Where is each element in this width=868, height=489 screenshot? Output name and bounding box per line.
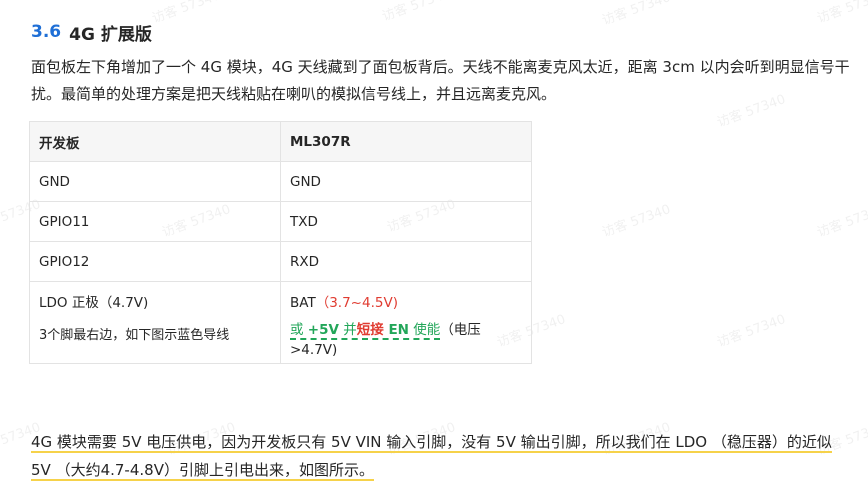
bottom-paragraph: 4G 模块需要 5V 电压供电，因为开发板只有 5V VIN 输入引脚，没有 5… (31, 428, 846, 484)
bat-voltage-range: （3.7~4.5V) (315, 295, 398, 311)
table-header-cell: ML307R (280, 121, 532, 162)
watermark: 访客 57340 (600, 0, 673, 29)
table-row: GPIO11 TXD (29, 201, 532, 242)
table-row: LDO 正极（4.7V) 3个脚最右边，如下图示蓝色导线 BAT（3.7~4.5… (29, 281, 532, 364)
table-header-cell: 开发板 (29, 121, 281, 162)
table-header-row: 开发板 ML307R (29, 121, 532, 162)
short-text: 短接 (356, 322, 384, 338)
five-volt-text: +5V (307, 322, 339, 338)
bat-label: BAT (290, 295, 316, 311)
pin-mapping-table: 开发板 ML307R GND GND GPIO11 TXD GPIO12 RXD… (29, 121, 532, 364)
highlighted-text: 4G 模块需要 5V 电压供电，因为开发板只有 5V VIN 输入引脚，没有 5… (31, 433, 832, 481)
ldo-label: LDO 正极（4.7V) (39, 295, 149, 311)
watermark: 访客 57340 (150, 0, 223, 27)
enable-text: 使能 (408, 322, 441, 338)
section-heading: 3.6 4G 扩展版 (31, 20, 152, 45)
table-cell: GPIO11 (29, 201, 281, 242)
table-cell: GND (280, 161, 532, 202)
table-cell: GPIO12 (29, 241, 281, 282)
table-cell: RXD (280, 241, 532, 282)
watermark: 访客 57340 (815, 0, 868, 27)
alt-power-line: 或 +5V 并短接 EN 使能（电压 >4.7V) (290, 320, 522, 360)
and-text: 并 (338, 322, 357, 338)
table-cell: TXD (280, 201, 532, 242)
bat-line: BAT（3.7~4.5V) (290, 291, 522, 311)
table-cell: GND (29, 161, 281, 202)
intro-paragraph: 面包板左下角增加了一个 4G 模块，4G 天线藏到了面包板背后。天线不能离麦克风… (31, 58, 850, 103)
watermark: 访客 57340 (380, 0, 453, 25)
table-cell: BAT（3.7~4.5V) 或 +5V 并短接 EN 使能（电压 >4.7V) (280, 281, 532, 364)
watermark: 访客 57340 (715, 312, 788, 351)
en-text: EN (383, 322, 409, 338)
table-row: GPIO12 RXD (29, 241, 532, 282)
section-number: 3.6 (31, 22, 62, 42)
table-cell: LDO 正极（4.7V) 3个脚最右边，如下图示蓝色导线 (29, 281, 281, 364)
alt-power-highlight: 或 +5V 并短接 EN 使能 (290, 322, 441, 340)
wiring-note: 3个脚最右边，如下图示蓝色导线 (39, 328, 230, 343)
section-title: 4G 扩展版 (69, 24, 152, 45)
watermark: 访客 57340 (815, 202, 868, 241)
table-row: GND GND (29, 161, 532, 202)
or-text: 或 (290, 322, 308, 338)
watermark: 访客 57340 (600, 202, 673, 241)
